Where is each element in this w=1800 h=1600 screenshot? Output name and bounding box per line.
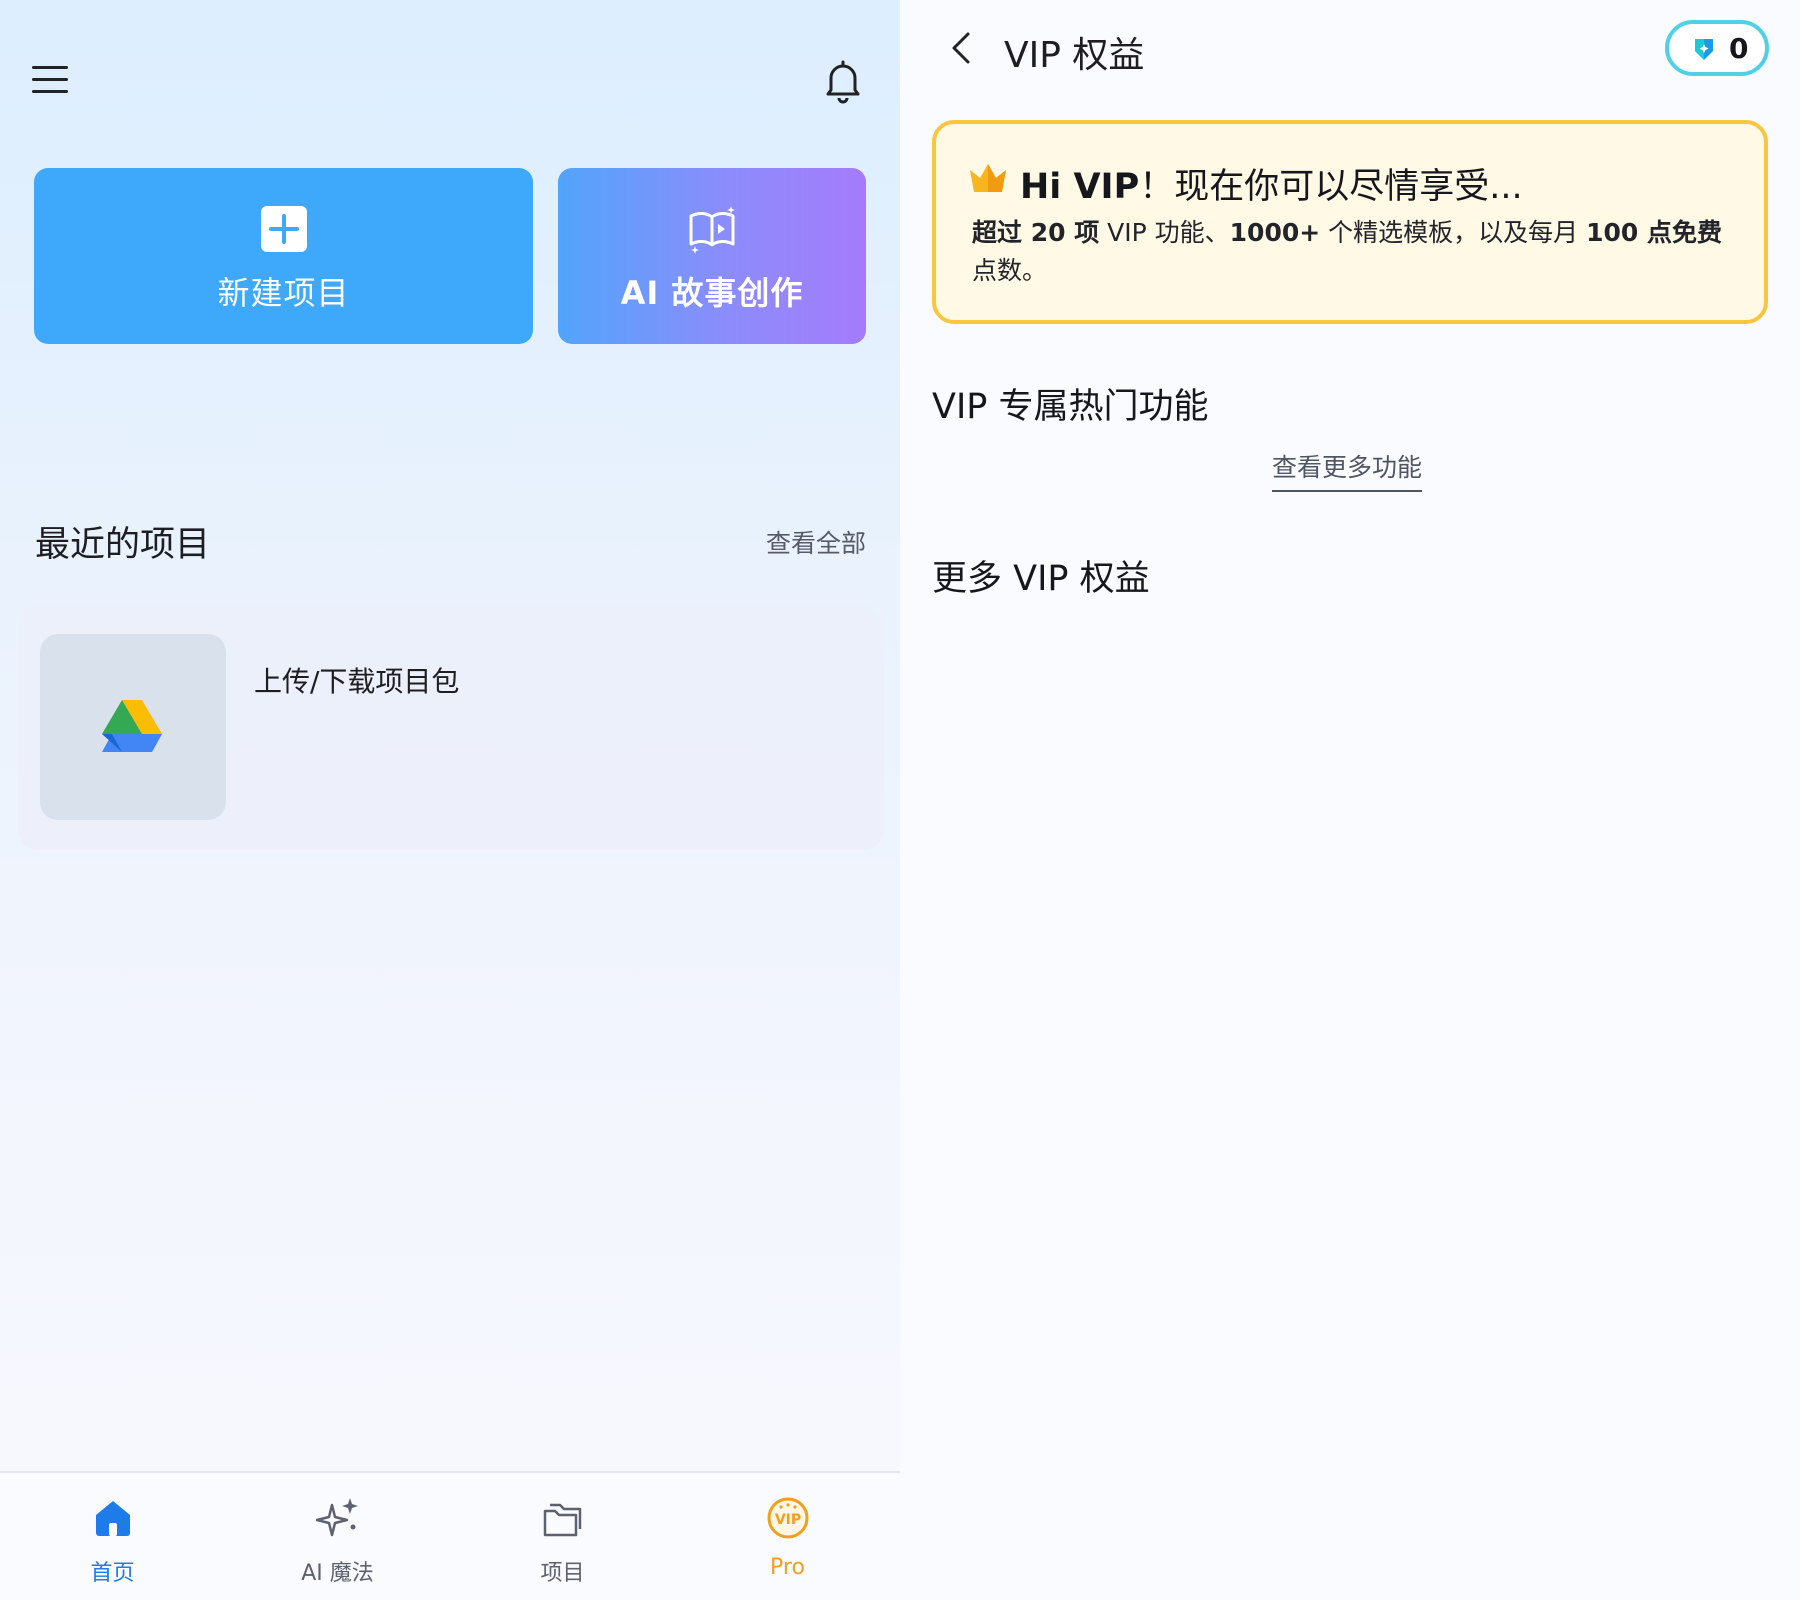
- recent-projects-title: 最近的项目: [35, 525, 211, 565]
- new-project-label: 新建项目: [217, 274, 350, 312]
- vip-benefits-screen: VIP 权益 0 Hi VIP！现在你可以尽情享受... 超过 20 项 VIP…: [900, 0, 1800, 1600]
- notification-bell-icon[interactable]: [818, 56, 868, 106]
- crown-icon: [966, 160, 1010, 196]
- home-screen: 新建项目 AI 故事创作 最近的项目 查看全部 上传/下载项目包 首页 AI 魔…: [0, 0, 900, 1600]
- nav-ai-magic[interactable]: AI 魔法: [225, 1473, 450, 1600]
- nav-projects[interactable]: 项目: [450, 1473, 675, 1600]
- new-project-button[interactable]: 新建项目: [34, 168, 533, 344]
- view-all-link[interactable]: 查看全部: [766, 524, 866, 560]
- nav-pro[interactable]: VIP Pro: [675, 1473, 900, 1600]
- points-count: 0: [1729, 32, 1749, 65]
- home-icon: [90, 1495, 136, 1541]
- back-arrow-icon[interactable]: [940, 26, 984, 70]
- nav-home-label: 首页: [90, 1561, 135, 1586]
- banner-description: 超过 20 项 VIP 功能、1000+ 个精选模板，以及每月 100 点免费点…: [972, 218, 1722, 285]
- nav-ai-magic-label: AI 魔法: [301, 1561, 374, 1586]
- menu-icon[interactable]: [28, 58, 72, 102]
- google-drive-icon: [100, 698, 164, 756]
- plus-square-icon: [259, 204, 309, 254]
- vip-welcome-banner: Hi VIP！现在你可以尽情享受... 超过 20 项 VIP 功能、1000+…: [932, 120, 1768, 324]
- nav-pro-label: Pro: [770, 1555, 805, 1580]
- vip-hot-features-title: VIP 专属热门功能: [932, 387, 1209, 427]
- folder-icon: [540, 1495, 586, 1541]
- ai-story-button[interactable]: AI 故事创作: [558, 168, 866, 344]
- project-name: 上传/下载项目包: [254, 665, 460, 698]
- see-more-features-link[interactable]: 查看更多功能: [1272, 448, 1423, 492]
- bottom-navigation: 首页 AI 魔法 项目 VIP Pro: [0, 1471, 900, 1600]
- book-play-icon: [687, 204, 737, 254]
- vip-icon: VIP: [765, 1495, 811, 1541]
- ai-story-label: AI 故事创作: [620, 274, 804, 312]
- project-thumbnail: [40, 634, 226, 820]
- points-icon: [1691, 36, 1717, 62]
- sparkle-icon: [315, 1495, 361, 1541]
- project-list-item[interactable]: 上传/下载项目包: [18, 606, 884, 850]
- banner-title: Hi VIP！现在你可以尽情享受...: [1020, 167, 1523, 207]
- home-top-bar: [0, 0, 900, 160]
- svg-text:VIP: VIP: [774, 1512, 800, 1528]
- nav-projects-label: 项目: [540, 1561, 585, 1586]
- nav-home[interactable]: 首页: [0, 1473, 225, 1600]
- page-title: VIP 权益: [1004, 35, 1145, 76]
- points-badge[interactable]: 0: [1665, 20, 1769, 76]
- more-vip-benefits-title: 更多 VIP 权益: [932, 559, 1150, 599]
